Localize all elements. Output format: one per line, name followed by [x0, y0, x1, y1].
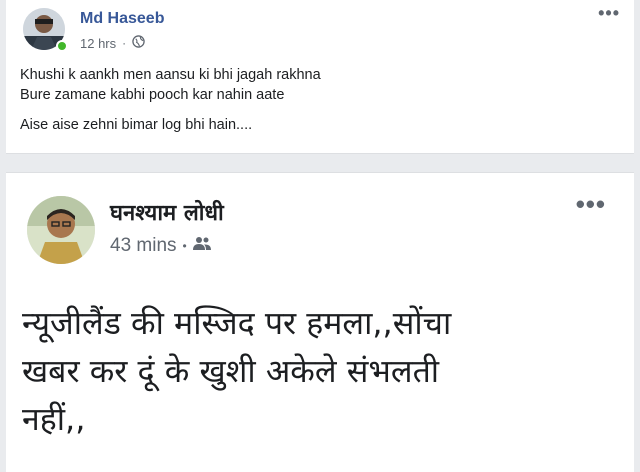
post-text-line: न्यूजीलैंड की मस्जिद पर हमला,,सोंचा — [22, 304, 452, 342]
post-text-line: नहीं,, — [22, 400, 86, 438]
author-avatar[interactable] — [27, 196, 95, 264]
post-card: Md Haseeb 12 hrs · ••• Khushi k aankh me… — [6, 0, 634, 154]
post-card: घनश्याम लोधी 43 mins • ••• न्यूजीलैंड की… — [6, 172, 634, 472]
post-text: न्यूजीलैंड की मस्जिद पर हमला,,सोंचा खबर … — [22, 299, 622, 443]
post-time[interactable]: 43 mins — [110, 235, 177, 257]
post-text-line: खबर कर दूं के खुशी अकेले संभलती — [22, 352, 440, 390]
post-text-line: Bure zamane kabhi pooch kar nahin aate — [20, 87, 285, 103]
online-status-dot — [56, 40, 68, 52]
meta-separator: • — [182, 239, 187, 253]
post-meta: 12 hrs · — [80, 35, 145, 51]
author-name[interactable]: Md Haseeb — [80, 10, 164, 28]
author-name[interactable]: घनश्याम लोधी — [110, 197, 224, 227]
globe-icon[interactable] — [132, 35, 145, 51]
more-options-button[interactable]: ••• — [598, 3, 620, 24]
post-time[interactable]: 12 hrs — [80, 36, 116, 51]
post-text-line: Aise aise zehni bimar log bhi hain.... — [20, 117, 253, 133]
post-text-line: Khushi k aankh men aansu ki bhi jagah ra… — [20, 67, 321, 83]
friends-icon[interactable] — [192, 235, 211, 257]
post-meta: 43 mins • — [110, 235, 211, 257]
more-options-button[interactable]: ••• — [576, 189, 606, 220]
meta-separator: · — [122, 36, 127, 50]
